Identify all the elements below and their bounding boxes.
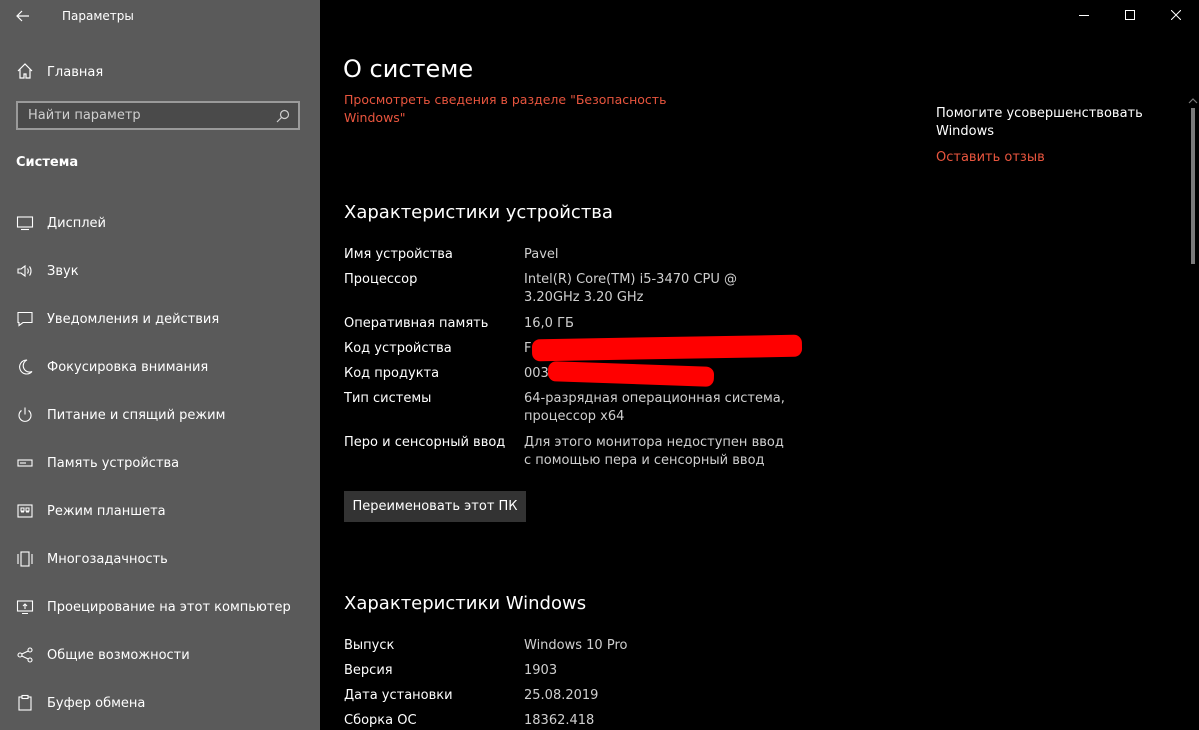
spec-value: 64-разрядная операционная система, проце… xyxy=(524,391,785,424)
redaction-mark xyxy=(531,334,803,362)
sidebar-item-label: Общие возможности xyxy=(47,647,190,663)
sidebar-item-sound[interactable]: Звук xyxy=(0,247,320,295)
sidebar-item-label: Звук xyxy=(47,263,79,279)
search-icon[interactable] xyxy=(272,105,294,127)
main-content: О системе Просмотреть сведения в разделе… xyxy=(320,0,1199,730)
sidebar-item-clipboard[interactable]: Буфер обмена xyxy=(0,679,320,727)
windows-specs-heading: Характеристики Windows xyxy=(344,593,587,614)
minimize-button[interactable] xyxy=(1061,0,1107,30)
sidebar-item-label: Проецирование на этот компьютер xyxy=(47,599,291,615)
sidebar-item-label: Буфер обмена xyxy=(47,695,146,711)
app-title: Параметры xyxy=(62,9,134,23)
section-title: Система xyxy=(16,155,79,170)
spec-row: Имя устройства Pavel xyxy=(344,246,804,264)
sidebar-item-label: Режим планшета xyxy=(47,503,166,519)
sidebar-item-label: Уведомления и действия xyxy=(47,311,220,327)
sidebar-item-notifications[interactable]: Уведомления и действия xyxy=(0,295,320,343)
spec-key: Код устройства xyxy=(344,341,452,356)
search-input[interactable] xyxy=(18,102,272,129)
sidebar-item-display[interactable]: Дисплей xyxy=(0,199,320,247)
title-bar: Параметры xyxy=(0,0,320,32)
sidebar-item-label: Многозадачность xyxy=(47,551,168,567)
close-button[interactable] xyxy=(1153,0,1199,30)
spec-row: Сборка ОС 18362.418 xyxy=(344,712,804,730)
spec-row: Тип системы 64-разрядная операционная си… xyxy=(344,390,804,426)
help-title: Помогите усовершенствовать Windows xyxy=(936,106,1143,139)
spec-value: 25.08.2019 xyxy=(524,688,599,703)
shared-experiences-icon xyxy=(17,647,33,663)
spec-key: Перо и сенсорный ввод xyxy=(344,435,506,450)
sidebar: Параметры Главная Система Дисплей xyxy=(0,0,320,730)
sound-icon xyxy=(17,264,32,278)
multitasking-icon xyxy=(17,551,33,567)
spec-key: Код продукта xyxy=(344,366,440,381)
clipboard-icon xyxy=(18,694,32,711)
scroll-thumb[interactable] xyxy=(1191,108,1195,264)
spec-row: Процессор Intel(R) Core(TM) i5-3470 CPU … xyxy=(344,271,804,307)
back-arrow-icon xyxy=(16,10,29,22)
sidebar-item-storage[interactable]: Память устройства xyxy=(0,439,320,487)
sidebar-item-focus-assist[interactable]: Фокусировка внимания xyxy=(0,343,320,391)
sidebar-item-shared-experiences[interactable]: Общие возможности xyxy=(0,631,320,679)
spec-key: Выпуск xyxy=(344,638,395,653)
spec-key: Оперативная память xyxy=(344,316,489,331)
sidebar-item-power[interactable]: Питание и спящий режим xyxy=(0,391,320,439)
focus-assist-icon xyxy=(19,359,33,375)
spec-key: Имя устройства xyxy=(344,247,453,262)
spec-value: Для этого монитора недоступен ввод с пом… xyxy=(524,435,784,468)
device-specs-heading: Характеристики устройства xyxy=(344,202,613,223)
spec-value: Windows 10 Pro xyxy=(524,638,628,653)
spec-row: Версия 1903 xyxy=(344,662,804,680)
home-icon xyxy=(17,63,33,79)
search-box xyxy=(16,101,300,130)
minimize-icon xyxy=(1079,15,1089,16)
rename-pc-button[interactable]: Переименовать этот ПК xyxy=(344,491,526,522)
back-button[interactable] xyxy=(0,0,46,32)
sidebar-item-tablet-mode[interactable]: Режим планшета xyxy=(0,487,320,535)
sidebar-item-projecting[interactable]: Проецирование на этот компьютер xyxy=(0,583,320,631)
window-controls xyxy=(1061,0,1199,30)
spec-value: Pavel xyxy=(524,247,559,262)
sidebar-item-home[interactable]: Главная xyxy=(0,55,320,89)
scroll-up-arrow-icon[interactable] xyxy=(1188,96,1198,106)
notifications-icon xyxy=(17,311,33,327)
sidebar-nav: Дисплей Звук Уведомления и действия Фоку… xyxy=(0,199,320,727)
maximize-button[interactable] xyxy=(1107,0,1153,30)
spec-key: Сборка ОС xyxy=(344,713,417,728)
spec-row: Дата установки 25.08.2019 xyxy=(344,687,804,705)
projecting-icon xyxy=(16,600,34,615)
spec-value: Intel(R) Core(TM) i5-3470 CPU @ 3.20GHz … xyxy=(524,272,737,305)
maximize-icon xyxy=(1125,10,1135,20)
settings-window: Параметры Главная Система Дисплей xyxy=(0,0,1199,730)
security-info-link[interactable]: Просмотреть сведения в разделе "Безопасн… xyxy=(344,91,684,127)
spec-value: 1903 xyxy=(524,663,558,678)
sidebar-item-label: Память устройства xyxy=(47,455,180,471)
display-icon xyxy=(16,216,34,231)
power-icon xyxy=(18,407,32,422)
spec-key: Версия xyxy=(344,663,393,678)
close-icon xyxy=(1171,10,1181,20)
sidebar-item-label: Дисплей xyxy=(47,215,107,231)
storage-icon xyxy=(17,459,33,467)
spec-value: 18362.418 xyxy=(524,713,595,728)
spec-row: Выпуск Windows 10 Pro xyxy=(344,637,804,655)
spec-key: Процессор xyxy=(344,272,418,287)
scrollbar[interactable] xyxy=(1187,96,1199,730)
spec-key: Тип системы xyxy=(344,391,432,406)
page-title: О системе xyxy=(343,55,474,83)
spec-key: Дата установки xyxy=(344,688,453,703)
sidebar-item-multitasking[interactable]: Многозадачность xyxy=(0,535,320,583)
tablet-mode-icon xyxy=(17,504,33,518)
spec-row: Перо и сенсорный ввод Для этого монитора… xyxy=(344,434,804,470)
sidebar-item-label: Главная xyxy=(47,64,104,80)
spec-value: 16,0 ГБ xyxy=(524,316,574,331)
spec-row: Оперативная память 16,0 ГБ xyxy=(344,315,804,333)
feedback-link[interactable]: Оставить отзыв xyxy=(936,150,1045,165)
sidebar-item-label: Фокусировка внимания xyxy=(47,359,209,375)
sidebar-item-label: Питание и спящий режим xyxy=(47,407,226,423)
